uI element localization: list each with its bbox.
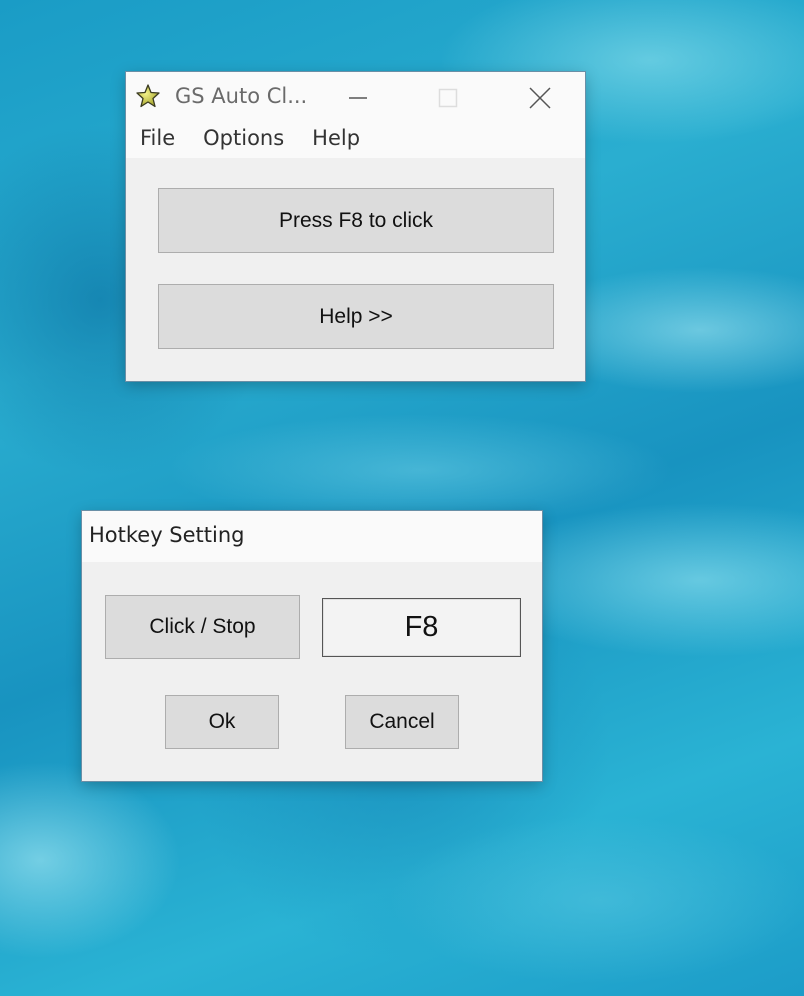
star-icon bbox=[136, 84, 160, 108]
cancel-button[interactable]: Cancel bbox=[345, 695, 459, 749]
window-title: GS Auto Cl... bbox=[175, 84, 308, 108]
help-expand-button[interactable]: Help >> bbox=[158, 284, 554, 349]
maximize-icon bbox=[438, 88, 458, 108]
maximize-button[interactable] bbox=[428, 78, 468, 118]
menu-file[interactable]: File bbox=[140, 124, 175, 152]
title-bar[interactable]: GS Auto Cl... bbox=[126, 72, 585, 124]
close-icon bbox=[529, 87, 551, 109]
minimize-icon bbox=[349, 97, 367, 99]
dialog-title: Hotkey Setting bbox=[89, 523, 245, 547]
menu-options[interactable]: Options bbox=[203, 124, 284, 152]
menu-help[interactable]: Help bbox=[312, 124, 360, 152]
close-button[interactable] bbox=[520, 78, 560, 118]
minimize-button[interactable] bbox=[338, 78, 378, 118]
dialog-title-bar[interactable]: Hotkey Setting bbox=[82, 511, 542, 562]
menu-bar: File Options Help bbox=[126, 124, 585, 158]
main-window: GS Auto Cl... File Options Help Press F8… bbox=[126, 72, 585, 381]
press-to-click-button[interactable]: Press F8 to click bbox=[158, 188, 554, 253]
hotkey-input[interactable]: F8 bbox=[322, 598, 521, 657]
ok-button[interactable]: Ok bbox=[165, 695, 279, 749]
hotkey-setting-dialog: Hotkey Setting Click / Stop F8 Ok Cancel bbox=[82, 511, 542, 781]
click-stop-button[interactable]: Click / Stop bbox=[105, 595, 300, 659]
